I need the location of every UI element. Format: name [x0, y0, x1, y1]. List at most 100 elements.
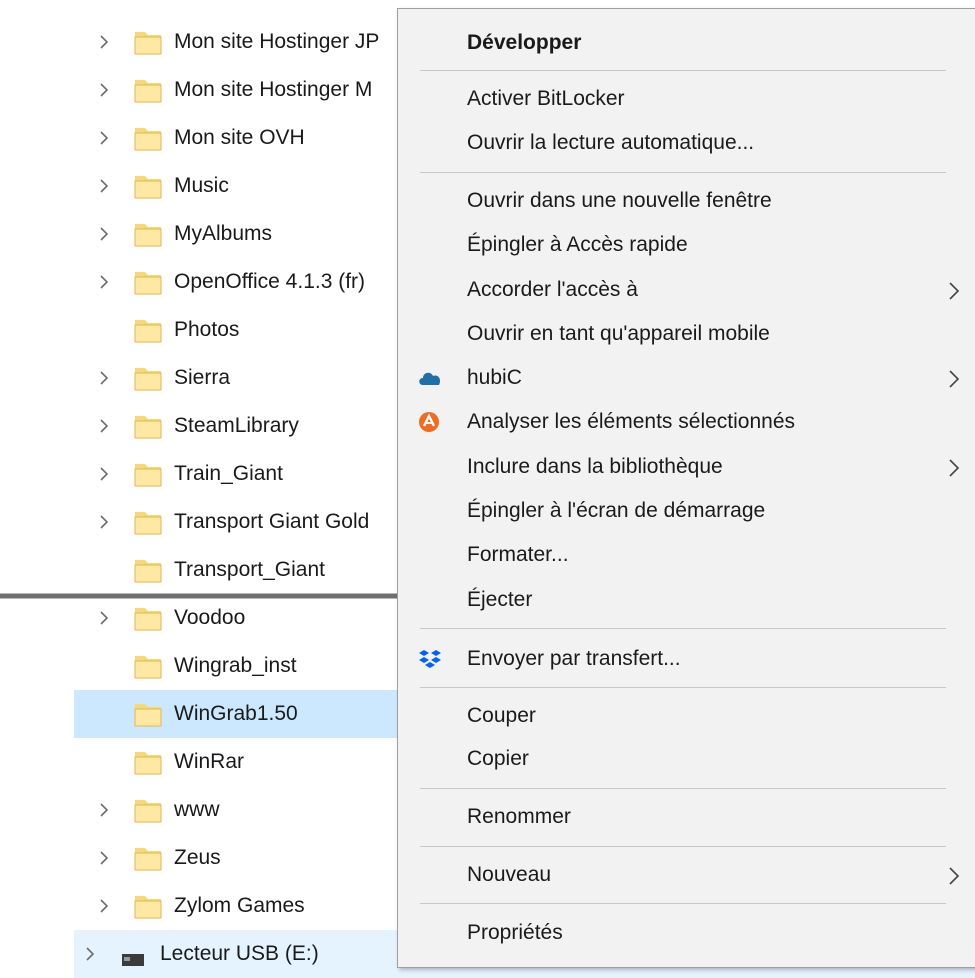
avast-icon	[417, 411, 443, 433]
folder-icon	[134, 269, 162, 295]
menu-item-renommer[interactable]: Renommer	[398, 797, 975, 837]
folder-icon	[134, 749, 162, 775]
tree-item-label: Mon site OVH	[174, 126, 305, 149]
menu-item-label: Ouvrir en tant qu'appareil mobile	[467, 322, 770, 345]
menu-item-hubic[interactable]: hubiC	[398, 358, 975, 398]
menu-item-label: Accorder l'accès à	[467, 278, 638, 301]
tree-item-label: MyAlbums	[174, 222, 273, 245]
folder-icon	[134, 365, 162, 391]
chevron-right-icon[interactable]	[98, 34, 110, 50]
cloud-icon	[417, 367, 443, 389]
folder-icon	[134, 845, 162, 871]
chevron-right-icon[interactable]	[98, 898, 110, 914]
chevron-right-icon[interactable]	[98, 370, 110, 386]
chevron-right-icon[interactable]	[98, 82, 110, 98]
folder-icon	[134, 125, 162, 151]
tree-item-label: Transport Giant Gold	[174, 510, 370, 533]
menu-item-label: Inclure dans la bibliothèque	[467, 455, 723, 478]
menu-item-label: Formater...	[467, 543, 569, 566]
folder-icon	[134, 413, 162, 439]
menu-item-lecture-automatique[interactable]: Ouvrir la lecture automatique...	[398, 123, 975, 163]
tree-item-label: OpenOffice 4.1.3 (fr)	[174, 270, 366, 293]
chevron-right-icon[interactable]	[98, 178, 110, 194]
menu-separator	[420, 903, 946, 904]
folder-icon	[134, 509, 162, 535]
menu-item-epingler-acces-rapide[interactable]: Épingler à Accès rapide	[398, 225, 975, 265]
chevron-right-icon[interactable]	[98, 418, 110, 434]
menu-item-inclure-bibliotheque[interactable]: Inclure dans la bibliothèque	[398, 447, 975, 487]
folder-icon	[134, 221, 162, 247]
context-menu: Développer Activer BitLocker Ouvrir la l…	[397, 8, 975, 968]
menu-item-label: hubiC	[467, 366, 522, 389]
menu-separator	[420, 687, 946, 688]
menu-item-label: Propriétés	[467, 921, 563, 944]
submenu-arrow-icon	[948, 866, 960, 886]
submenu-arrow-icon	[948, 281, 960, 301]
menu-item-label: Couper	[467, 704, 536, 727]
menu-item-label: Ouvrir la lecture automatique...	[467, 131, 755, 154]
menu-item-ejecter[interactable]: Éjecter	[398, 580, 975, 620]
folder-icon	[134, 77, 162, 103]
menu-item-label: Renommer	[467, 805, 571, 828]
folder-icon	[134, 317, 162, 343]
chevron-right-icon[interactable]	[98, 130, 110, 146]
menu-item-label: Éjecter	[467, 588, 533, 611]
menu-separator	[420, 628, 946, 629]
tree-item-label: Train_Giant	[174, 462, 283, 485]
tree-item-label: SteamLibrary	[174, 414, 299, 437]
folder-icon	[134, 29, 162, 55]
chevron-right-icon[interactable]	[98, 274, 110, 290]
tree-item-label: Zylom Games	[174, 894, 305, 917]
menu-item-label: Envoyer par transfert...	[467, 647, 681, 670]
annotation-arrow	[0, 586, 434, 606]
menu-separator	[420, 788, 946, 789]
menu-item-couper[interactable]: Couper	[398, 696, 975, 736]
menu-item-formater[interactable]: Formater...	[398, 535, 975, 575]
menu-item-epingler-demarrage[interactable]: Épingler à l'écran de démarrage	[398, 491, 975, 531]
menu-separator	[420, 172, 946, 173]
folder-icon	[134, 653, 162, 679]
menu-item-label: Développer	[467, 31, 582, 54]
menu-item-label: Analyser les éléments sélectionnés	[467, 410, 796, 433]
menu-item-label: Épingler à Accès rapide	[467, 233, 688, 256]
folder-icon	[134, 797, 162, 823]
menu-item-label: Activer BitLocker	[467, 87, 625, 110]
tree-item-label: WinRar	[174, 750, 245, 773]
menu-item-analyser[interactable]: Analyser les éléments sélectionnés	[398, 402, 975, 442]
folder-icon	[134, 173, 162, 199]
chevron-right-icon[interactable]	[98, 802, 110, 818]
tree-item-label: WinGrab1.50	[174, 702, 298, 725]
chevron-right-icon[interactable]	[84, 946, 96, 962]
menu-item-copier[interactable]: Copier	[398, 739, 975, 779]
menu-item-proprietes[interactable]: Propriétés	[398, 913, 975, 953]
menu-item-appareil-mobile[interactable]: Ouvrir en tant qu'appareil mobile	[398, 314, 975, 354]
menu-item-label: Ouvrir dans une nouvelle fenêtre	[467, 189, 772, 212]
menu-item-envoyer-transfert[interactable]: Envoyer par transfert...	[398, 639, 975, 679]
folder-icon	[134, 701, 162, 727]
menu-item-nouvelle-fenetre[interactable]: Ouvrir dans une nouvelle fenêtre	[398, 181, 975, 221]
usb-drive-icon	[120, 950, 148, 968]
menu-item-activer-bitlocker[interactable]: Activer BitLocker	[398, 79, 975, 119]
tree-item-label: Zeus	[174, 846, 221, 869]
menu-item-label: Copier	[467, 747, 529, 770]
chevron-right-icon[interactable]	[98, 850, 110, 866]
menu-item-nouveau[interactable]: Nouveau	[398, 855, 975, 895]
chevron-right-icon[interactable]	[98, 466, 110, 482]
chevron-right-icon[interactable]	[98, 514, 110, 530]
tree-item-label: Music	[174, 174, 229, 197]
menu-item-label: Épingler à l'écran de démarrage	[467, 499, 766, 522]
chevron-right-icon[interactable]	[98, 226, 110, 242]
tree-item-label: Photos	[174, 318, 240, 341]
menu-separator	[420, 70, 946, 71]
tree-item-label: Lecteur USB (E:)	[160, 942, 319, 965]
submenu-arrow-icon	[948, 369, 960, 389]
folder-icon	[134, 461, 162, 487]
tree-item-label: Wingrab_inst	[174, 654, 297, 677]
tree-item-label: www	[174, 798, 220, 821]
menu-item-accorder-acces[interactable]: Accorder l'accès à	[398, 270, 975, 310]
tree-item-label: Sierra	[174, 366, 231, 389]
menu-item-developper[interactable]: Développer	[398, 23, 975, 63]
menu-item-label: Nouveau	[467, 863, 552, 886]
folder-icon	[134, 893, 162, 919]
submenu-arrow-icon	[948, 458, 960, 478]
